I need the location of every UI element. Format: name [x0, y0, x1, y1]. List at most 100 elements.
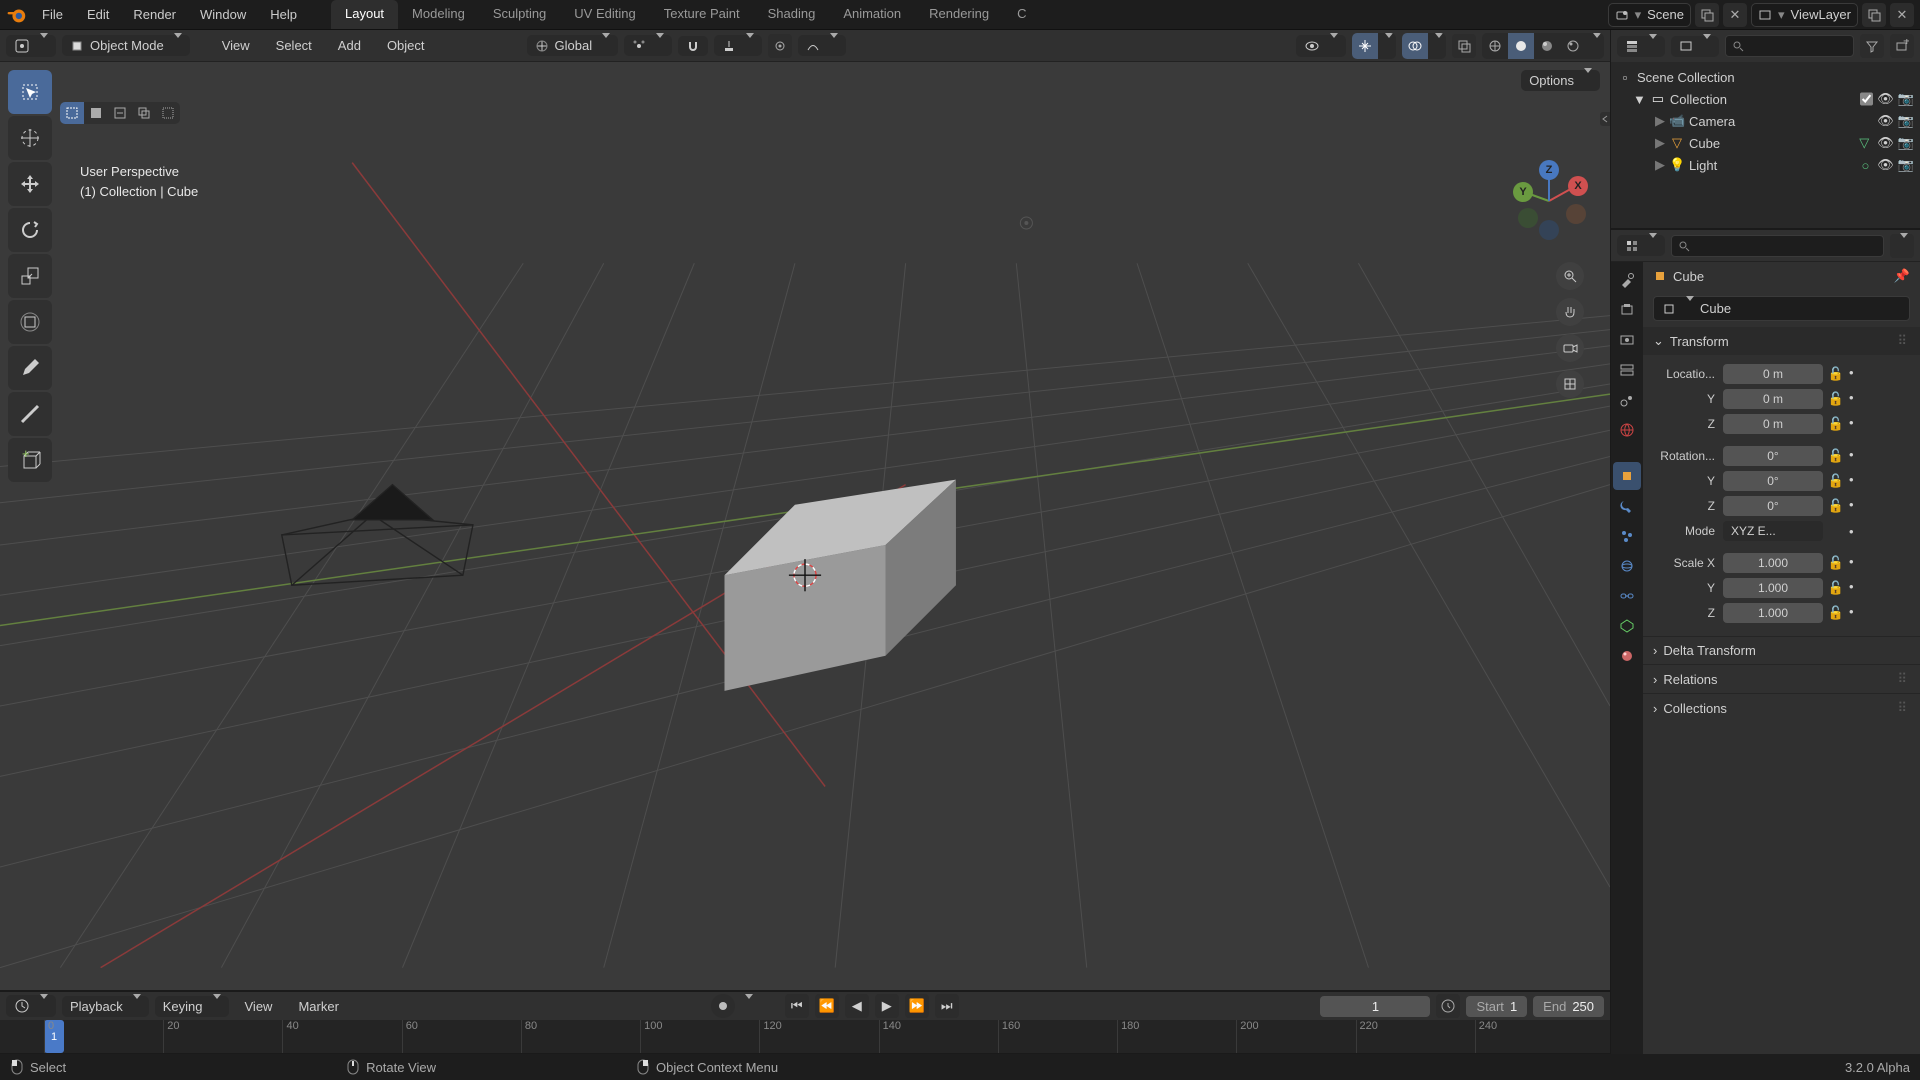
disclosure-icon[interactable]: ▶: [1655, 135, 1665, 151]
mode-selector[interactable]: Object Mode: [62, 35, 190, 56]
workspace-sculpting[interactable]: Sculpting: [479, 0, 560, 29]
show-overlays[interactable]: [1402, 33, 1428, 59]
tab-render[interactable]: [1613, 296, 1641, 324]
rotation-z-field[interactable]: 0°: [1723, 496, 1823, 516]
tab-output[interactable]: [1613, 326, 1641, 354]
panel-relations[interactable]: ›Relations⠿: [1643, 664, 1920, 693]
n-panel-toggle[interactable]: [1600, 112, 1610, 126]
panel-delta-transform[interactable]: ›Delta Transform: [1643, 636, 1920, 664]
location-y-field[interactable]: 0 m: [1723, 389, 1823, 409]
select-mode-extend[interactable]: [84, 102, 108, 124]
rotation-x-field[interactable]: 0°: [1723, 446, 1823, 466]
outliner-scene-collection[interactable]: ▫ Scene Collection: [1613, 66, 1918, 88]
tab-material[interactable]: [1613, 642, 1641, 670]
jump-to-start-icon[interactable]: ⏮: [785, 994, 809, 1018]
menu-edit[interactable]: Edit: [77, 3, 119, 26]
tab-particles[interactable]: [1613, 522, 1641, 550]
menu-view[interactable]: View: [212, 34, 260, 57]
end-frame-field[interactable]: End250: [1533, 996, 1604, 1017]
outliner-collection[interactable]: ▼ ▭ Collection 👁 📷: [1613, 88, 1918, 110]
navigation-gizmo[interactable]: Z X Y: [1510, 162, 1588, 240]
axis-neg-z[interactable]: [1539, 220, 1559, 240]
new-viewlayer-icon[interactable]: [1862, 3, 1886, 27]
tab-scene[interactable]: [1613, 386, 1641, 414]
outliner-display-mode[interactable]: [1671, 36, 1719, 57]
lock-icon[interactable]: 🔓: [1827, 472, 1845, 490]
workspace-shading[interactable]: Shading: [754, 0, 830, 29]
outliner-filter-icon[interactable]: [1860, 34, 1884, 58]
select-mode-new[interactable]: [60, 102, 84, 124]
proportional-falloff[interactable]: [798, 35, 846, 56]
timeline-view-menu[interactable]: View: [235, 995, 283, 1018]
select-mode-subtract[interactable]: [108, 102, 132, 124]
scale-x-field[interactable]: 1.000: [1723, 553, 1823, 573]
menu-help[interactable]: Help: [260, 3, 307, 26]
tab-world[interactable]: [1613, 416, 1641, 444]
rotation-y-field[interactable]: 0°: [1723, 471, 1823, 491]
jump-keyframe-back-icon[interactable]: ⏪: [815, 994, 839, 1018]
timeline-marker-menu[interactable]: Marker: [288, 995, 348, 1018]
disclosure-icon[interactable]: ▶: [1655, 157, 1665, 173]
disclosure-icon[interactable]: ▼: [1633, 92, 1646, 107]
tab-modifiers[interactable]: [1613, 492, 1641, 520]
tab-object[interactable]: [1613, 462, 1641, 490]
properties-editor-selector[interactable]: [1617, 235, 1665, 256]
menu-add[interactable]: Add: [328, 34, 371, 57]
axis-neg-y[interactable]: [1566, 204, 1586, 224]
timeline-editor-selector[interactable]: [6, 995, 56, 1017]
tab-mesh-data[interactable]: [1613, 612, 1641, 640]
play-icon[interactable]: ▶: [875, 994, 899, 1018]
3d-viewport[interactable]: Options: [0, 62, 1610, 990]
object-name-field[interactable]: Cube: [1653, 296, 1910, 321]
autokey-dropdown[interactable]: [741, 999, 753, 1014]
menu-render[interactable]: Render: [123, 3, 186, 26]
perspective-toggle-icon[interactable]: [1556, 370, 1584, 398]
xray-toggle[interactable]: [1452, 34, 1476, 58]
tool-measure[interactable]: [8, 392, 52, 436]
select-mode-invert[interactable]: [156, 102, 180, 124]
tool-transform[interactable]: [8, 300, 52, 344]
delete-scene-icon[interactable]: ✕: [1723, 3, 1747, 27]
scene-selector[interactable]: ▾ Scene: [1608, 3, 1691, 27]
tool-cursor[interactable]: [8, 116, 52, 160]
pin-icon[interactable]: 📌: [1894, 268, 1910, 284]
outliner-new-collection-icon[interactable]: +: [1890, 34, 1914, 58]
tab-constraints[interactable]: [1613, 582, 1641, 610]
jump-to-end-icon[interactable]: ⏭: [935, 994, 959, 1018]
pivot-point[interactable]: [624, 35, 672, 56]
axis-x[interactable]: X: [1568, 176, 1588, 196]
lock-icon[interactable]: 🔓: [1827, 390, 1845, 408]
viewlayer-name[interactable]: ViewLayer: [1791, 7, 1851, 22]
tab-physics[interactable]: [1613, 552, 1641, 580]
keying-menu[interactable]: Keying: [155, 996, 229, 1017]
zoom-viewport-icon[interactable]: [1556, 262, 1584, 290]
axis-neg-x[interactable]: [1518, 208, 1538, 228]
scale-z-field[interactable]: 1.000: [1723, 603, 1823, 623]
workspace-layout[interactable]: Layout: [331, 0, 398, 29]
properties-search[interactable]: [1671, 235, 1884, 257]
menu-window[interactable]: Window: [190, 3, 256, 26]
timeline-strip[interactable]: 1 020406080100120140160180200220240: [0, 1020, 1610, 1054]
disclosure-icon[interactable]: ▶: [1655, 113, 1665, 129]
outliner-editor-selector[interactable]: [1617, 36, 1665, 57]
gizmo-dropdown[interactable]: [1378, 33, 1396, 59]
shading-solid[interactable]: [1508, 33, 1534, 59]
tab-tool[interactable]: [1613, 266, 1641, 294]
object-visibility[interactable]: [1296, 35, 1346, 57]
hide-viewport-icon[interactable]: 👁: [1877, 91, 1894, 107]
disable-render-icon[interactable]: 📷: [1898, 91, 1914, 107]
lock-icon[interactable]: 🔓: [1827, 604, 1845, 622]
autokey-toggle[interactable]: [711, 994, 735, 1018]
new-scene-icon[interactable]: [1695, 3, 1719, 27]
hide-viewport-icon[interactable]: 👁: [1877, 135, 1894, 151]
lock-icon[interactable]: 🔓: [1827, 447, 1845, 465]
hide-viewport-icon[interactable]: 👁: [1877, 113, 1894, 129]
menu-object[interactable]: Object: [377, 34, 435, 57]
workspace-uv-editing[interactable]: UV Editing: [560, 0, 649, 29]
lock-icon[interactable]: 🔓: [1827, 415, 1845, 433]
workspace-more[interactable]: C: [1003, 0, 1040, 29]
tool-annotate[interactable]: [8, 346, 52, 390]
tab-viewlayer[interactable]: [1613, 356, 1641, 384]
jump-keyframe-fwd-icon[interactable]: ⏩: [905, 994, 929, 1018]
disable-render-icon[interactable]: 📷: [1898, 157, 1914, 173]
